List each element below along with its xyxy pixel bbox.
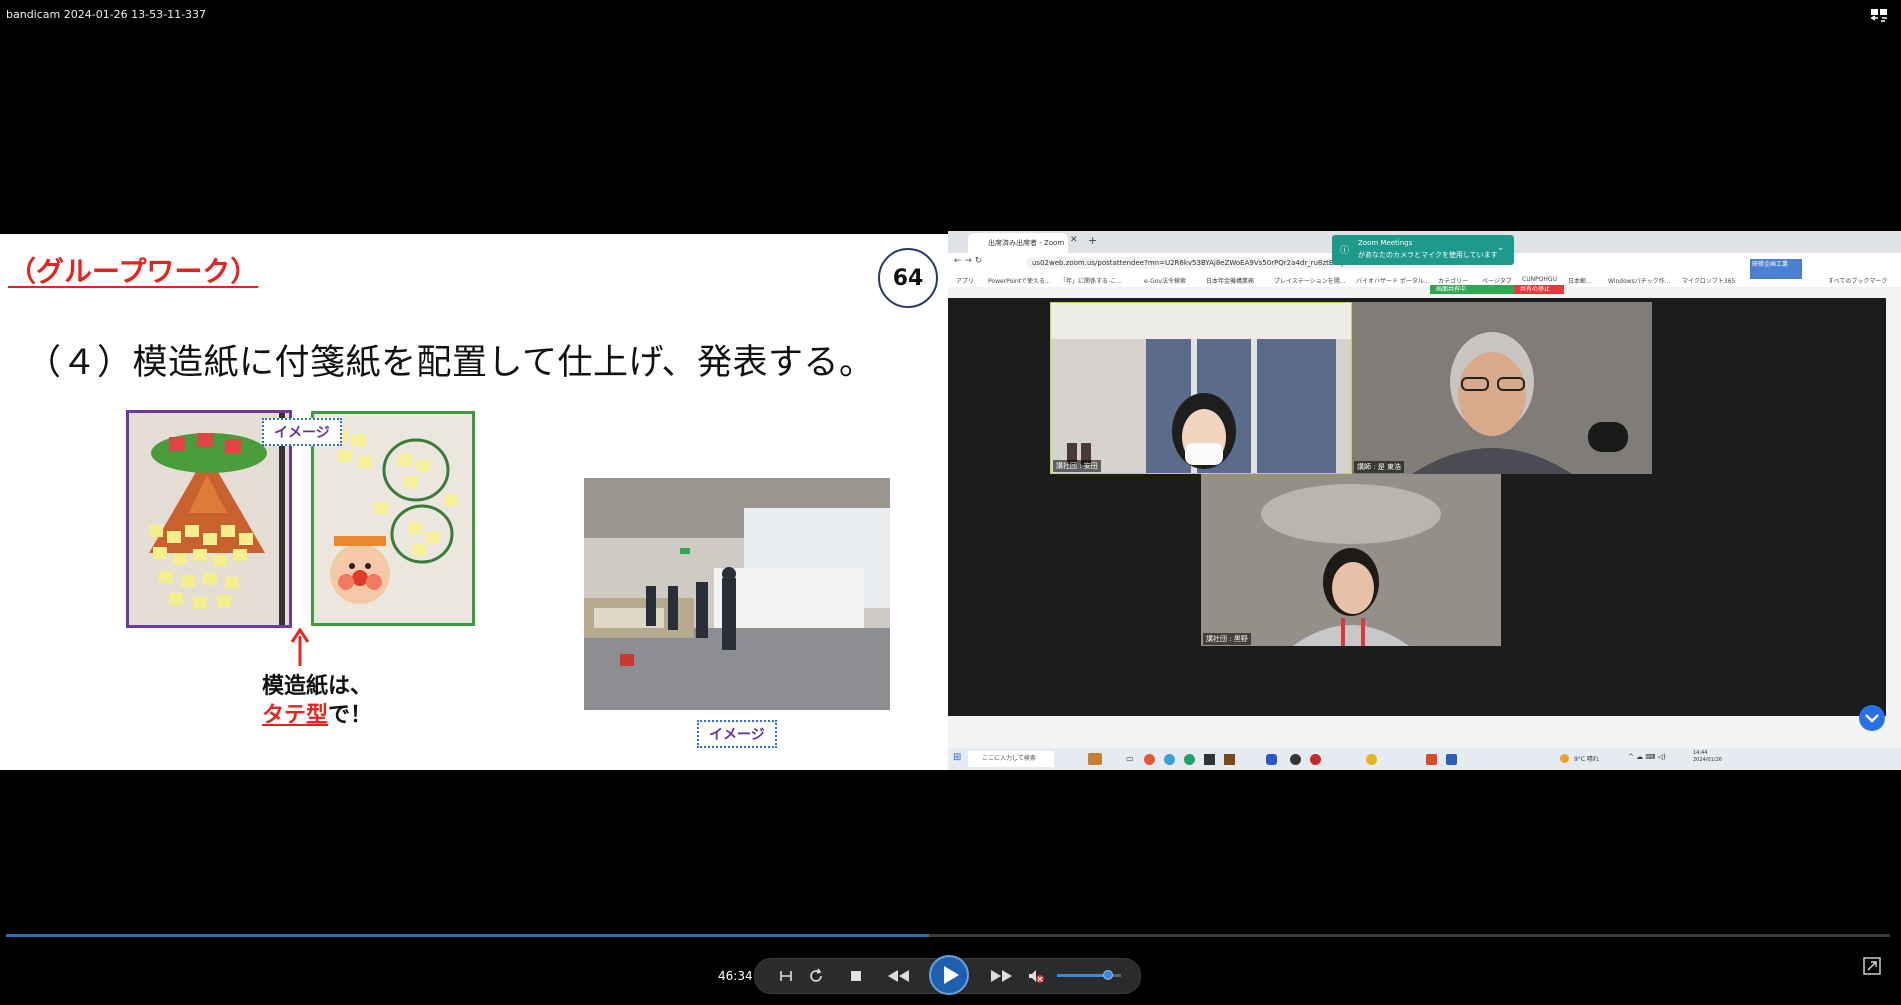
feedback-button[interactable]: [1859, 705, 1885, 731]
windows-taskbar: ⊞ ここに入力して検索 ▭ 9°C 晴れ ^ ☁ ⌨ ◁) 14:44 2024…: [948, 748, 1901, 770]
shared-browser-window: 出席済み出席者 - Zoom ✕ + ← → ↻ us02web.zoom.us…: [948, 231, 1901, 770]
participant-name: 講師 : 是 東浩: [1354, 461, 1405, 473]
app-icon[interactable]: [1164, 754, 1175, 765]
powerpoint-icon[interactable]: [1426, 754, 1437, 765]
presentation-slide: （グループワーク） 64 （４）模造紙に付箋紙を配置して仕上げ、発表する。 イメ…: [0, 234, 948, 770]
note-emphasis: タテ型: [262, 703, 329, 728]
bookmark-item[interactable]: e-Gov法令検索: [1144, 276, 1186, 285]
window-title: bandicam 2024-01-26 13-53-11-337: [6, 8, 207, 21]
slide-number: 64: [878, 248, 938, 308]
notification-message: があなたのカメラとマイクを使用しています: [1358, 251, 1498, 259]
notification-title: Zoom Meetings: [1358, 239, 1413, 247]
bookmark-item[interactable]: 日本郵...: [1568, 276, 1592, 285]
repeat-icon[interactable]: [807, 967, 825, 985]
mute-volume-icon[interactable]: [1027, 967, 1045, 985]
app-icon[interactable]: [1290, 754, 1301, 765]
player-controls: [754, 955, 1141, 995]
participant-video[interactable]: 講社団 : 安田: [1050, 302, 1352, 474]
new-tab-icon[interactable]: +: [1088, 234, 1097, 247]
note-tail: で！: [328, 703, 373, 728]
info-icon: ⓘ: [1340, 246, 1350, 256]
taskbar-weather[interactable]: 9°C 晴れ: [1574, 754, 1599, 763]
fast-forward-icon[interactable]: [989, 967, 1015, 985]
screen-sharing-indicator[interactable]: 画面共有中: [1430, 285, 1520, 294]
stop-share-button[interactable]: 共有の停止: [1514, 285, 1564, 294]
app-icon[interactable]: [1204, 754, 1215, 765]
expand-icon[interactable]: [1862, 956, 1882, 976]
bookmark-item[interactable]: すべてのブックマーク: [1828, 276, 1887, 285]
current-time: 46:34: [718, 969, 753, 983]
volume-knob[interactable]: [1103, 970, 1114, 980]
bookmark-item[interactable]: 日本年金機構業務: [1206, 276, 1254, 285]
slide-heading: （グループワーク）: [8, 255, 259, 288]
edge-icon[interactable]: [1184, 754, 1195, 765]
weather-icon: [1560, 754, 1569, 763]
taskbar-clock[interactable]: 14:44 2024/01/26: [1693, 750, 1722, 764]
rewind-icon[interactable]: [885, 967, 911, 985]
task-view-icon[interactable]: ▭: [1126, 754, 1134, 763]
participant-video[interactable]: 講社団 : 黒野: [1201, 474, 1501, 646]
bookmark-item[interactable]: PowerPointで使える...: [988, 276, 1051, 285]
participant-name: 講社団 : 安田: [1053, 460, 1101, 472]
clock-date: 2024/01/26: [1693, 757, 1722, 763]
word-icon[interactable]: [1446, 754, 1457, 765]
image-caption-tag: イメージ: [262, 418, 342, 446]
bookmark-item[interactable]: バイオハザード ポータル...: [1356, 276, 1430, 285]
ab-repeat-icon[interactable]: [777, 967, 795, 985]
system-tray-icons[interactable]: ^ ☁ ⌨ ◁): [1628, 753, 1666, 761]
close-tab-icon[interactable]: ✕: [1070, 235, 1078, 245]
app-icon[interactable]: [1224, 754, 1235, 765]
participant-name: 講社団 : 黒野: [1203, 633, 1251, 645]
bookmark-item[interactable]: CUNPOHGU: [1522, 276, 1557, 283]
restore-icon[interactable]: [1869, 6, 1889, 26]
bookmark-item[interactable]: ページタブ: [1482, 276, 1512, 285]
windows-start-icon[interactable]: ⊞: [953, 752, 961, 763]
workshop-room-photo: [584, 478, 890, 710]
arrow-up-icon: [290, 628, 310, 666]
browser-tab[interactable]: 出席済み出席者 - Zoom: [968, 233, 1068, 253]
photo-caption-tag: イメージ: [697, 720, 777, 748]
bookmark-item[interactable]: プレイステーションを開...: [1274, 276, 1345, 285]
briefcase-icon[interactable]: [1088, 753, 1102, 765]
zoom-app-icon[interactable]: [1266, 754, 1277, 765]
seek-bar[interactable]: [6, 934, 1890, 937]
zoom-notification[interactable]: ⓘ Zoom Meetings があなたのカメラとマイクを使用しています ⌄: [1332, 235, 1514, 265]
app-icon[interactable]: [1310, 754, 1321, 765]
app-icon[interactable]: [1144, 754, 1155, 765]
orientation-note: 模造紙は、 タテ型で！: [262, 672, 372, 730]
org-badge: 研修企画工業: [1750, 259, 1802, 279]
taskbar-search-input[interactable]: ここに入力して検索: [968, 751, 1054, 767]
participant-video[interactable]: 講師 : 是 東浩: [1352, 302, 1652, 474]
clock-time: 14:44: [1693, 750, 1708, 756]
note-line1: 模造紙は、: [262, 674, 373, 699]
seek-bar-progress: [6, 934, 930, 937]
bookmark-item[interactable]: 「年」に関係する-こ...: [1060, 276, 1122, 285]
volume-level: [1057, 974, 1109, 977]
bookmark-item[interactable]: カテゴリー: [1438, 276, 1468, 285]
bookmark-item[interactable]: マイクロソフト365: [1682, 276, 1735, 285]
nav-buttons-icon[interactable]: ← → ↻: [954, 256, 982, 266]
bookmark-item[interactable]: Windowsパチック作...: [1608, 276, 1671, 285]
bookmark-item[interactable]: アプリ: [956, 276, 974, 285]
volume-slider[interactable]: [1057, 970, 1121, 980]
chevron-down-icon[interactable]: ⌄: [1497, 243, 1504, 252]
stop-icon[interactable]: [847, 967, 865, 985]
play-button[interactable]: [929, 955, 969, 995]
slide-body-text: （４）模造紙に付箋紙を配置して仕上げ、発表する。: [26, 343, 875, 383]
zoom-gallery-view: 講社団 : 安田 講師 : 是 東浩 講社団: 黒野: [948, 298, 1886, 716]
chrome-icon[interactable]: [1366, 754, 1377, 765]
